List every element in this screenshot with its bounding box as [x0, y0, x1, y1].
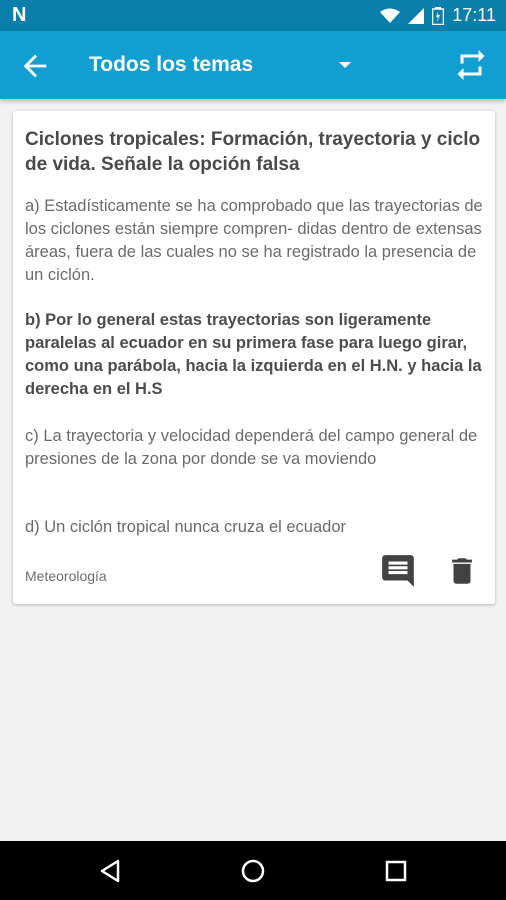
question-card: Ciclones tropicales: Formación, trayecto… [13, 111, 495, 604]
question-title: Ciclones tropicales: Formación, trayecto… [25, 129, 481, 175]
arrow-left-icon[interactable] [18, 49, 52, 83]
wifi-icon [380, 8, 401, 23]
repeat-icon[interactable] [452, 47, 490, 83]
option-b: b) Por lo general estas trayectorias son… [25, 311, 482, 398]
category-label: Meteorología [25, 568, 107, 584]
battery-icon [432, 6, 445, 25]
option-a: a) Estadísticamente se ha comprobado que… [25, 197, 483, 284]
status-icons: 17:11 [380, 0, 496, 31]
back-triangle-icon[interactable] [96, 856, 126, 886]
app-bar: Todos los temas [0, 31, 506, 99]
navigation-bar [0, 841, 506, 900]
trash-icon[interactable] [445, 552, 479, 590]
status-bar: N 17:11 [0, 0, 506, 31]
topic-selector-title[interactable]: Todos los temas [89, 53, 253, 77]
option-c: c) La trayectoria y velocidad dependerá … [25, 427, 478, 468]
comment-icon[interactable] [379, 552, 417, 590]
recents-square-icon[interactable] [381, 856, 411, 886]
signal-icon [408, 7, 425, 24]
n-logo-icon: N [12, 4, 26, 26]
home-circle-icon[interactable] [238, 856, 268, 886]
triangle-down-icon[interactable] [337, 57, 353, 73]
status-time: 17:11 [452, 5, 496, 25]
option-d: d) Un ciclón tropical nunca cruza el ecu… [25, 518, 347, 536]
